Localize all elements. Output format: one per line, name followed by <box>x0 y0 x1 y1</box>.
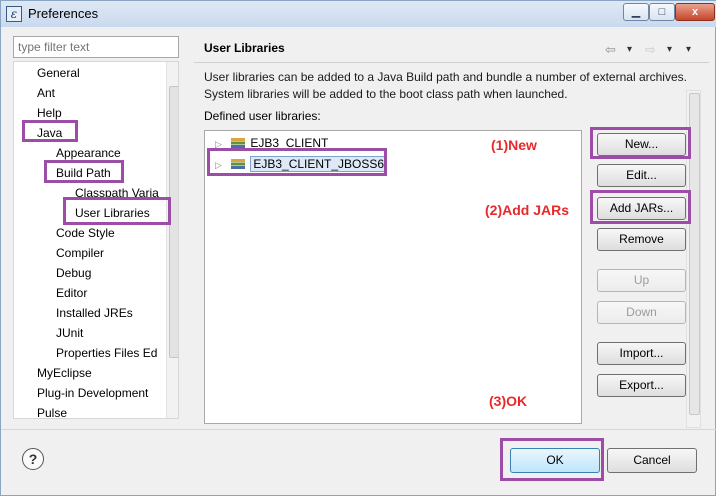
highlight-ok-button <box>500 438 604 481</box>
tree-item-code-style[interactable]: Code Style <box>56 225 115 241</box>
tree-item-ant[interactable]: Ant <box>37 85 55 101</box>
eclipse-icon: ε <box>6 6 22 22</box>
forward-arrow-icon[interactable]: ⇨ <box>645 42 656 58</box>
minimize-button[interactable]: ▁ <box>623 3 649 21</box>
close-button[interactable]: x <box>675 3 715 21</box>
highlight-build-path <box>44 160 124 183</box>
cancel-button[interactable]: Cancel <box>607 448 697 473</box>
remove-button[interactable]: Remove <box>597 228 686 251</box>
annotation-step3: (3)OK <box>489 393 528 409</box>
window-title: Preferences <box>28 6 99 21</box>
highlight-add-jars-button <box>590 190 691 224</box>
tree-item-appearance[interactable]: Appearance <box>56 145 121 161</box>
preferences-tree: General Ant Help Java Appearance Build P… <box>13 61 179 419</box>
help-icon[interactable]: ? <box>22 448 44 470</box>
view-menu-icon[interactable]: ▾ <box>686 44 691 55</box>
tree-item-compiler[interactable]: Compiler <box>56 245 104 261</box>
back-arrow-icon[interactable]: ⇦ <box>605 42 616 58</box>
forward-menu-icon[interactable]: ▾ <box>667 44 672 55</box>
highlight-user-libraries <box>63 197 171 225</box>
navigation-pane: General Ant Help Java Appearance Build P… <box>9 34 181 419</box>
highlight-java <box>22 120 78 142</box>
down-button[interactable]: Down <box>597 301 686 324</box>
edit-button[interactable]: Edit... <box>597 164 686 187</box>
annotation-step1: (1)New <box>491 137 537 153</box>
tree-item-pulse[interactable]: Pulse <box>37 405 67 418</box>
tree-scrollbar[interactable] <box>166 62 178 418</box>
tree-item-general[interactable]: General <box>37 65 80 81</box>
tree-item-plugin-development[interactable]: Plug-in Development <box>37 385 148 401</box>
tree-item-junit[interactable]: JUnit <box>56 325 83 341</box>
tree-item-editor[interactable]: Editor <box>56 285 87 301</box>
tree-item-properties-files-editor[interactable]: Properties Files Ed <box>56 345 157 361</box>
button-bar-divider <box>1 429 716 430</box>
maximize-button[interactable]: □ <box>649 3 675 21</box>
defined-libraries-label: Defined user libraries: <box>204 109 321 123</box>
tree-item-debug[interactable]: Debug <box>56 265 91 281</box>
annotation-step2: (2)Add JARs <box>485 202 570 218</box>
header-divider <box>194 62 709 63</box>
highlight-new-library <box>207 148 387 176</box>
highlight-new-button <box>590 127 691 159</box>
import-button[interactable]: Import... <box>597 342 686 365</box>
page-description: User libraries can be added to a Java Bu… <box>204 70 687 101</box>
pane-sash[interactable] <box>185 34 188 419</box>
tree-item-help[interactable]: Help <box>37 105 62 121</box>
title-bar[interactable]: ε Preferences ▁ □ x <box>1 1 716 27</box>
tree-item-installed-jres[interactable]: Installed JREs <box>56 305 133 321</box>
export-button[interactable]: Export... <box>597 374 686 397</box>
preferences-window: ε Preferences ▁ □ x General Ant Help Jav… <box>0 0 716 496</box>
tree-item-myeclipse[interactable]: MyEclipse <box>37 365 92 381</box>
back-menu-icon[interactable]: ▾ <box>627 44 632 55</box>
filter-input[interactable] <box>13 36 179 58</box>
page-title: User Libraries <box>204 41 285 55</box>
user-libraries-page: User Libraries ⇦ ▾ ⇨ ▾ ▾ User libraries … <box>194 34 709 428</box>
up-button[interactable]: Up <box>597 269 686 292</box>
